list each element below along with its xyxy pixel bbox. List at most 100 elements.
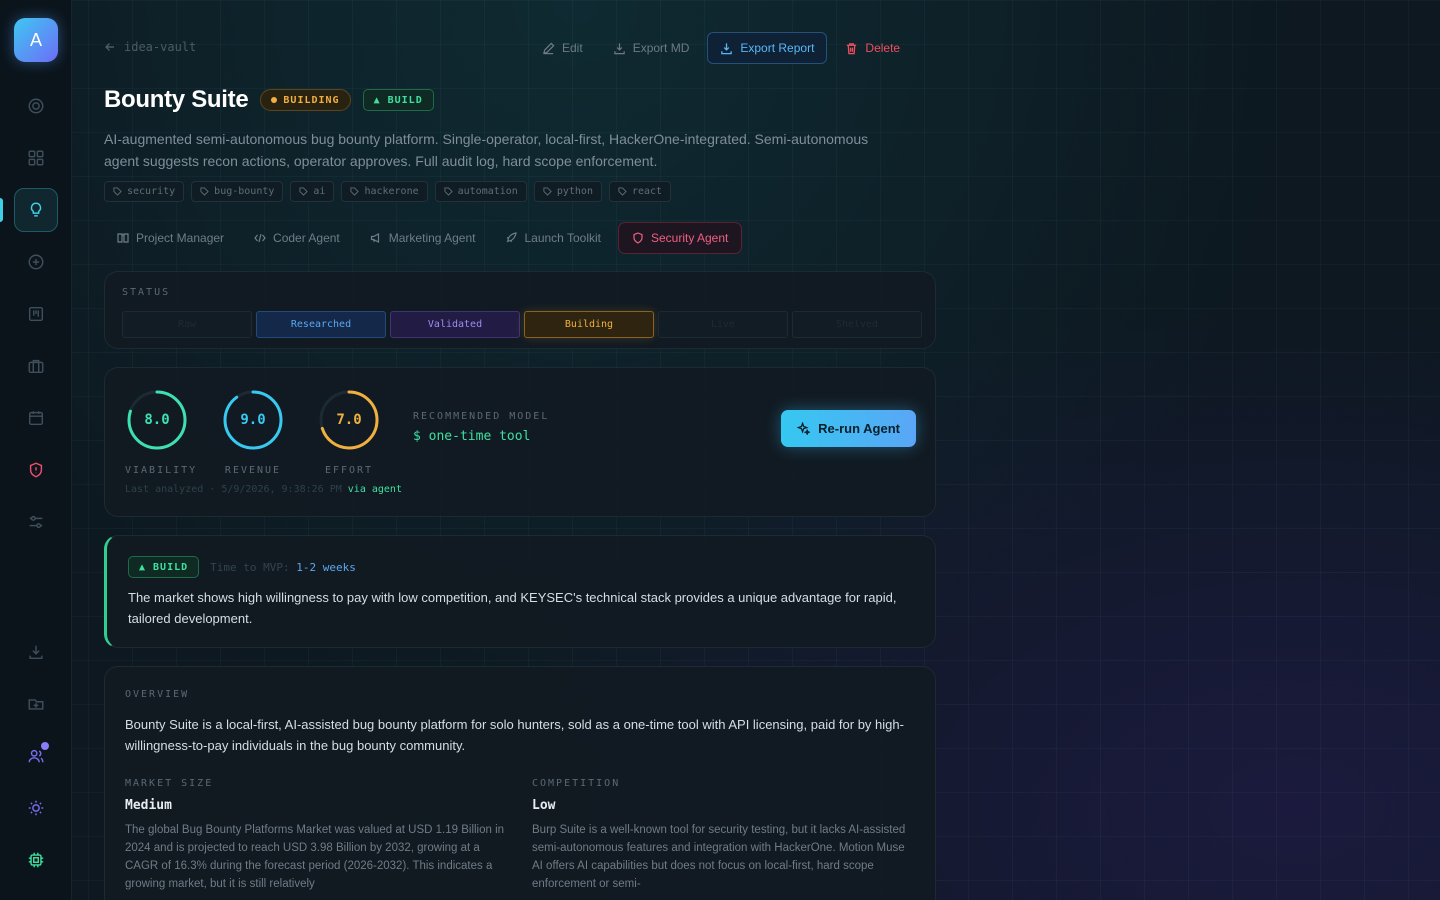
viability-label: VIABILITY <box>125 465 198 476</box>
logo-letter: A <box>29 29 42 50</box>
tag-chip[interactable]: hackerone <box>341 181 428 202</box>
analyzed-via: via agent <box>347 484 402 495</box>
sidebar-item-portfolio[interactable] <box>14 344 58 388</box>
title-row: Bounty Suite BUILDING ▲ BUILD <box>104 86 434 114</box>
export-md-button[interactable]: Export MD <box>601 32 702 64</box>
sidebar-item-add[interactable] <box>14 240 58 284</box>
tag-icon <box>444 187 453 196</box>
tag-chip[interactable]: ai <box>290 181 335 202</box>
recommended-model: RECOMMENDED MODEL $ one-time tool <box>413 411 549 444</box>
tag-label: security <box>127 186 176 197</box>
megaphone-icon <box>370 233 379 243</box>
active-indicator <box>0 198 3 222</box>
competition-value: Low <box>532 798 556 813</box>
sidebar-item-security[interactable] <box>14 448 58 492</box>
sidebar-item-team[interactable] <box>14 734 58 778</box>
tag-list: security bug-bounty ai hackerone automation p… <box>104 181 672 202</box>
tag-icon <box>299 187 309 196</box>
competition-section: COMPETITION Low Burp Suite is a well-kno… <box>532 778 912 893</box>
toolbar: Edit Export MD Export Report Delete <box>530 32 912 64</box>
stage-shelved[interactable]: Shelved <box>792 311 922 338</box>
status-badge-label: BUILDING <box>283 94 340 106</box>
sidebar-item-grid[interactable] <box>14 136 58 180</box>
pencil-icon <box>542 42 555 54</box>
tab-marketing-agent[interactable]: Marketing Agent <box>357 222 489 254</box>
app-logo[interactable]: A <box>14 18 58 62</box>
verdict-header: ▲ BUILD Time to MVP: 1-2 weeks <box>128 556 356 578</box>
idea-description: AI-augmented semi-autonomous bug bounty … <box>104 131 869 169</box>
tag-chip[interactable]: bug-bounty <box>191 181 284 202</box>
sidebar-item-theme[interactable] <box>14 786 58 830</box>
revenue-gauge: 9.0 REVENUE <box>221 388 285 476</box>
shield-alert-icon <box>29 462 43 478</box>
tag-label: react <box>631 186 663 197</box>
lightbulb-icon <box>30 202 42 217</box>
viability-value: 8.0 <box>144 412 170 428</box>
download-icon <box>29 645 43 660</box>
agent-tabs: Project Manager Coder Agent Marketing Ag… <box>104 222 743 254</box>
rerun-label: Re-run Agent <box>818 421 900 436</box>
sidebar-item-import[interactable] <box>14 682 58 726</box>
grid-icon <box>28 150 44 166</box>
sparkles-icon <box>797 422 811 435</box>
edit-button[interactable]: Edit <box>530 32 595 64</box>
status-card: STATUS Raw Researched Validated Building… <box>104 271 936 349</box>
delete-button[interactable]: Delete <box>833 32 912 64</box>
tag-label: ai <box>313 186 326 197</box>
tag-label: automation <box>457 186 518 197</box>
stage-validated[interactable]: Validated <box>390 311 520 338</box>
revenue-label: REVENUE <box>224 465 282 476</box>
page-title: Bounty Suite <box>104 86 249 113</box>
verdict-text: The market shows high willingness to pay… <box>128 590 897 626</box>
rocket-icon <box>507 232 518 243</box>
market-size-section: MARKET SIZE Medium The global Bug Bounty… <box>125 778 505 893</box>
market-size-text: The global Bug Bounty Platforms Market w… <box>125 824 505 890</box>
book-icon <box>117 233 129 243</box>
sidebar-item-download[interactable] <box>14 630 58 674</box>
sidebar-item-calendar[interactable] <box>14 396 58 440</box>
tab-coder-agent[interactable]: Coder Agent <box>241 222 353 254</box>
sidebar-item-dashboard[interactable] <box>14 84 58 128</box>
overview-label: OVERVIEW <box>125 689 190 700</box>
tag-chip[interactable]: python <box>533 181 602 202</box>
overview-card: OVERVIEW Bounty Suite is a local-first, … <box>104 666 936 900</box>
export-report-label: Export Report <box>740 41 815 55</box>
notification-dot <box>41 742 49 750</box>
tag-icon <box>350 187 360 196</box>
shield-icon <box>633 232 643 244</box>
verdict-badge: ▲ BUILD <box>362 89 434 111</box>
download-icon <box>613 42 625 54</box>
stage-live[interactable]: Live <box>658 311 788 338</box>
sun-icon <box>28 800 44 816</box>
sidebar-item-settings[interactable] <box>14 500 58 544</box>
tag-icon <box>543 187 552 196</box>
sidebar-item-ideas[interactable] <box>14 188 58 232</box>
tag-chip[interactable]: automation <box>434 181 527 202</box>
tab-launch-toolkit[interactable]: Launch Toolkit <box>492 222 614 254</box>
mvp-label: Time to MVP: <box>210 560 290 574</box>
stage-researched[interactable]: Researched <box>256 311 386 338</box>
tab-label: Security Agent <box>650 231 729 245</box>
last-analyzed: Last analyzed · 5/9/2026, 9:38:26 PM via… <box>125 484 402 495</box>
kanban-icon <box>28 306 44 322</box>
rerun-agent-button[interactable]: Re-run Agent <box>781 410 916 447</box>
tab-label: Launch Toolkit <box>524 231 601 245</box>
status-label: STATUS <box>122 287 171 298</box>
stage-raw[interactable]: Raw <box>122 311 252 338</box>
tab-project-manager[interactable]: Project Manager <box>104 222 237 254</box>
target-icon <box>28 98 44 114</box>
tag-chip[interactable]: react <box>608 181 672 202</box>
status-badge: BUILDING <box>260 89 351 111</box>
verdict-card: ▲ BUILD Time to MVP: 1-2 weeks The marke… <box>104 535 936 648</box>
calendar-icon <box>28 411 44 426</box>
export-report-button[interactable]: Export Report <box>707 32 828 64</box>
stage-building[interactable]: Building <box>524 311 654 338</box>
briefcase-icon <box>28 359 44 374</box>
sidebar-item-system[interactable] <box>14 838 58 882</box>
tab-security-agent[interactable]: Security Agent <box>617 222 743 254</box>
tag-chip[interactable]: security <box>104 181 185 202</box>
verdict-badge: ▲ BUILD <box>128 556 200 578</box>
back-link[interactable]: idea-vault <box>104 40 196 54</box>
cpu-icon <box>28 852 44 868</box>
sidebar-item-board[interactable] <box>14 292 58 336</box>
